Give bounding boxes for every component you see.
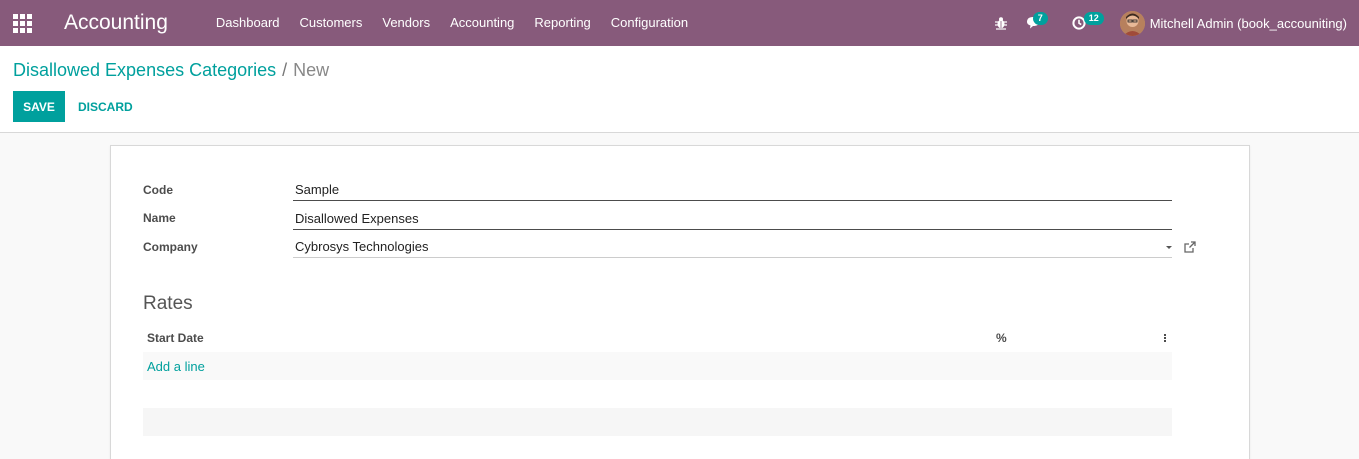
breadcrumb-current: New [293, 60, 330, 80]
column-header-percent[interactable]: % [996, 331, 1007, 345]
menu-item-reporting[interactable]: Reporting [524, 0, 600, 46]
form-sheet: Code Name Company Rates Start Date % Add… [110, 145, 1250, 459]
user-name: Mitchell Admin (book_accouniting) [1149, 15, 1347, 31]
breadcrumb-parent-link[interactable]: Disallowed Expenses Categories [13, 60, 276, 80]
main-menu: Dashboard Customers Vendors Accounting R… [206, 0, 698, 46]
breadcrumb: Disallowed Expenses Categories / New [13, 60, 329, 81]
column-header-start-date[interactable]: Start Date [147, 331, 204, 345]
rates-section-title: Rates [143, 293, 193, 314]
chevron-down-icon[interactable] [1166, 246, 1172, 249]
avatar [1119, 10, 1145, 36]
menu-item-vendors[interactable]: Vendors [372, 0, 440, 46]
activities-count-badge: 12 [1083, 12, 1104, 25]
code-label: Code [143, 183, 173, 197]
menu-item-dashboard[interactable]: Dashboard [206, 0, 290, 46]
menu-item-accounting[interactable]: Accounting [440, 0, 524, 46]
table-header: Start Date % [143, 324, 1172, 352]
debug-bug-icon[interactable] [982, 0, 1020, 46]
menu-item-customers[interactable]: Customers [290, 0, 373, 46]
code-field[interactable] [293, 179, 1172, 201]
activities-button[interactable]: 12 [1062, 0, 1120, 46]
breadcrumb-separator: / [282, 60, 288, 80]
save-button[interactable]: SAVE [13, 91, 65, 122]
discard-button[interactable]: DISCARD [70, 91, 141, 122]
control-panel: Disallowed Expenses Categories / New SAVE … [0, 46, 1359, 133]
app-name[interactable]: Accounting [64, 11, 168, 35]
name-field[interactable] [293, 208, 1172, 230]
table-row [143, 380, 1172, 408]
apps-menu-icon[interactable] [0, 0, 44, 46]
company-label: Company [143, 240, 198, 254]
messages-count-badge: 7 [1032, 12, 1048, 25]
top-navbar: Accounting Dashboard Customers Vendors A… [0, 0, 1359, 46]
name-label: Name [143, 211, 176, 225]
user-menu[interactable]: Mitchell Admin (book_accouniting) [1119, 0, 1359, 46]
company-select[interactable] [293, 236, 1172, 258]
optional-columns-icon[interactable] [1164, 333, 1168, 343]
menu-item-configuration[interactable]: Configuration [601, 0, 698, 46]
rates-table: Start Date % Add a line [143, 324, 1172, 436]
add-a-line-link[interactable]: Add a line [147, 359, 205, 374]
messages-button[interactable]: 7 [1020, 0, 1062, 46]
table-row [143, 408, 1172, 436]
table-row: Add a line [143, 352, 1172, 380]
external-link-icon[interactable] [1183, 240, 1197, 254]
